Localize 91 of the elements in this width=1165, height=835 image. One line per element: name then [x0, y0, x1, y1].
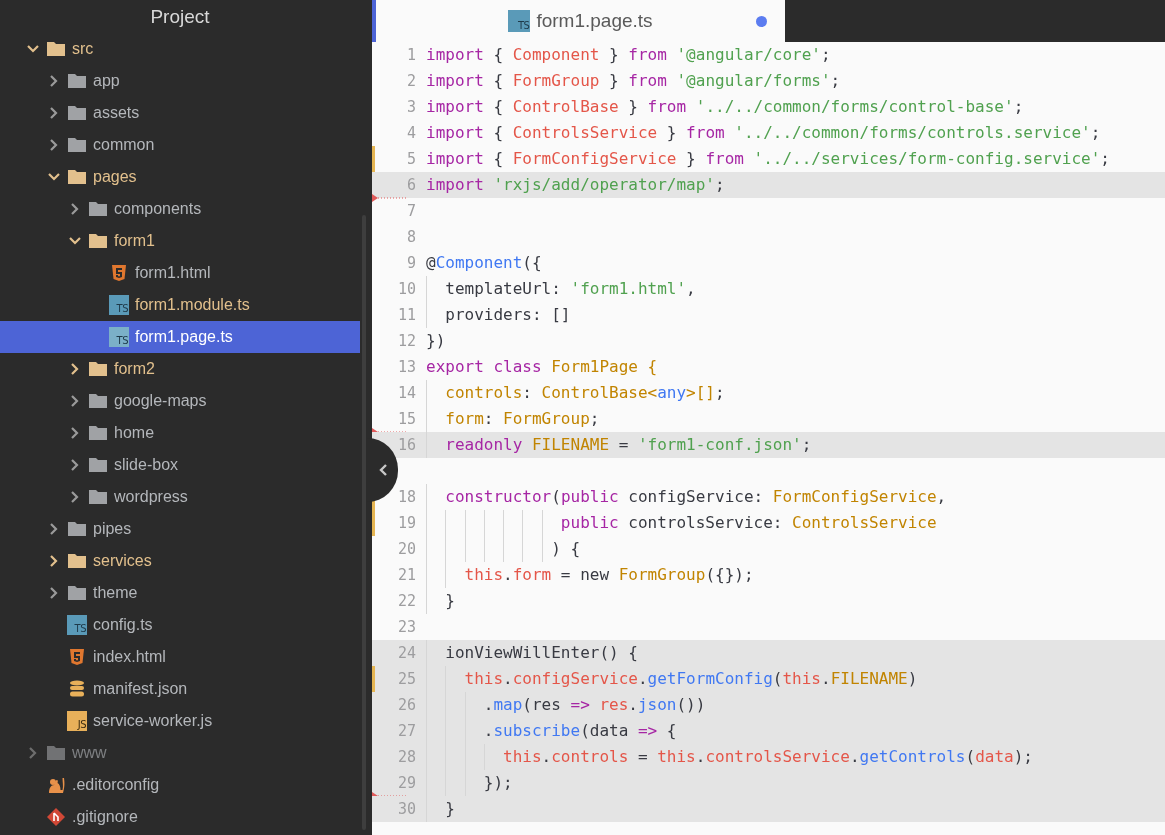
- tree-item[interactable]: google-maps: [0, 385, 360, 417]
- tree-item[interactable]: app: [0, 65, 360, 97]
- line-number: 16: [397, 436, 416, 454]
- code-line: import 'rxjs/add/operator/map';: [425, 174, 725, 196]
- code-line: import { Component } from '@angular/core';: [425, 44, 831, 66]
- database-icon: [67, 679, 87, 699]
- line-number: 20: [397, 540, 416, 558]
- code-line: import { ControlBase } from '../../common/forms/control-base';: [425, 96, 1024, 118]
- folder-icon: [67, 71, 87, 91]
- typescript-file-icon: TS: [508, 10, 531, 32]
- tree-item[interactable]: JS service-worker.js: [0, 705, 360, 737]
- tree-item[interactable]: manifest.json: [0, 673, 360, 705]
- folder-icon: [67, 519, 87, 539]
- mouse-icon: [46, 775, 66, 795]
- line-number: 27: [397, 722, 416, 740]
- code-line: }): [425, 330, 446, 352]
- code-line: export class Form1Page {: [425, 356, 658, 378]
- tree-item[interactable]: TS form1.module.ts: [0, 289, 360, 321]
- code-line: import { FormGroup } from '@angular/forms';: [425, 70, 841, 92]
- typescript-file-icon: TS: [109, 327, 129, 347]
- folder-icon: [88, 359, 108, 379]
- folder-icon: [67, 135, 87, 155]
- tree-item[interactable]: slide-box: [0, 449, 360, 481]
- typescript-file-icon: TS: [109, 295, 129, 315]
- tree-item[interactable]: assets: [0, 97, 360, 129]
- line-number: 25: [397, 670, 416, 688]
- tree-item[interactable]: TS form1.page.ts: [0, 321, 360, 353]
- folder-icon: [88, 391, 108, 411]
- folder-icon: [67, 167, 87, 187]
- folder-icon: [88, 455, 108, 475]
- typescript-file-icon: TS: [67, 615, 87, 635]
- line-number: 14: [397, 384, 416, 402]
- line-number: 30: [397, 800, 416, 818]
- folder-icon: [88, 199, 108, 219]
- code-line: import { FormConfigService } from '../../services/form-config.service';: [425, 148, 1110, 170]
- tree-item[interactable]: www: [0, 737, 360, 769]
- line-number: 24: [397, 644, 416, 662]
- line-number: 28: [397, 748, 416, 766]
- tree-item[interactable]: TS config.ts: [0, 609, 360, 641]
- line-number: 5: [406, 150, 416, 168]
- line-number: 6: [406, 176, 416, 194]
- line-number: 4: [406, 124, 416, 142]
- tree-item[interactable]: .editorconfig: [0, 769, 360, 801]
- line-number: 3: [406, 98, 416, 116]
- tree-item[interactable]: components: [0, 193, 360, 225]
- line-number: 11: [397, 306, 416, 324]
- html-file-icon: [109, 263, 129, 283]
- line-number: 7: [406, 202, 416, 220]
- tree-item[interactable]: form2: [0, 353, 360, 385]
- line-number: 8: [406, 228, 416, 246]
- line-number: 26: [397, 696, 416, 714]
- tree-item[interactable]: wordpress: [0, 481, 360, 513]
- html-file-icon: [67, 647, 87, 667]
- folder-icon: [67, 103, 87, 123]
- folder-icon: [88, 231, 108, 251]
- javascript-file-icon: JS: [67, 711, 87, 731]
- line-number: 9: [406, 254, 416, 272]
- tree-item[interactable]: src: [0, 33, 360, 65]
- tree-item[interactable]: common: [0, 129, 360, 161]
- line-number: 22: [397, 592, 416, 610]
- panel-title: Project: [150, 5, 210, 28]
- folder-icon: [46, 743, 66, 763]
- tree-item[interactable]: form1.html: [0, 257, 360, 289]
- code-line: import { ControlsService } from '../../common/forms/controls.service';: [425, 122, 1101, 144]
- tree-item[interactable]: .gitignore: [0, 801, 360, 833]
- line-number: 15: [397, 410, 416, 428]
- line-number: 10: [397, 280, 416, 298]
- line-number: 21: [397, 566, 416, 584]
- code-line: @Component({: [425, 252, 542, 274]
- folder-icon: [67, 583, 87, 603]
- line-number: 29: [397, 774, 416, 792]
- tree-item[interactable]: home: [0, 417, 360, 449]
- tree-item[interactable]: form1: [0, 225, 360, 257]
- line-number: 12: [397, 332, 416, 350]
- line-number: 18: [397, 488, 416, 506]
- line-number: 1: [406, 46, 416, 64]
- folder-icon: [46, 39, 66, 59]
- git-icon: [46, 807, 66, 827]
- line-number: 23: [397, 618, 416, 636]
- tree-item[interactable]: services: [0, 545, 360, 577]
- tree-item[interactable]: pages: [0, 161, 360, 193]
- tree-item[interactable]: pipes: [0, 513, 360, 545]
- tree-item[interactable]: theme: [0, 577, 360, 609]
- line-number: 13: [397, 358, 416, 376]
- folder-icon: [88, 423, 108, 443]
- folder-icon: [88, 487, 108, 507]
- file-tab[interactable]: TS form1.page.ts: [376, 0, 785, 42]
- folder-icon: [67, 551, 87, 571]
- line-number: 2: [406, 72, 416, 90]
- line-number: 19: [397, 514, 416, 532]
- tree-item[interactable]: index.html: [0, 641, 360, 673]
